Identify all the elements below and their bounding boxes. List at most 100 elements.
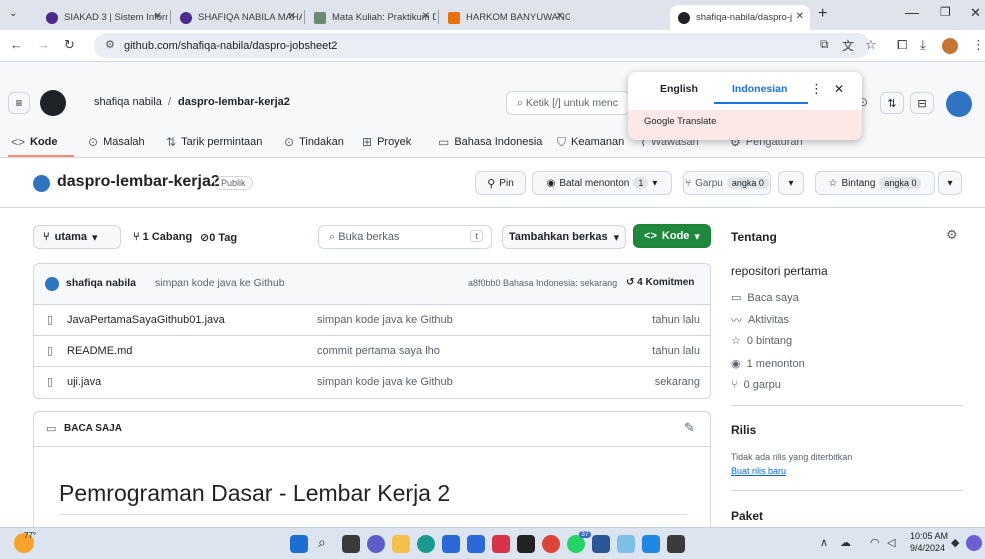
profile-avatar[interactable] [942, 38, 958, 54]
minimize-icon[interactable]: — [905, 4, 919, 20]
tab-wiki[interactable]: ▭ Bahasa Indonesia [438, 132, 542, 152]
file-commit-message[interactable]: commit pertama saya lho [317, 345, 440, 357]
show-hidden-icons[interactable]: ∧ [820, 536, 828, 549]
unwatch-button[interactable]: ◉ Batal menonton 1 ▾ [532, 171, 672, 195]
forks-link[interactable]: ⑂ 0 garpu [731, 379, 781, 391]
activity-link[interactable]: 〰 Aktivitas [731, 312, 789, 328]
repo-owner-link[interactable]: shafiqa nabila [94, 96, 162, 108]
app-icon[interactable] [467, 535, 485, 553]
translate-indonesian-tab[interactable]: Indonesian [732, 83, 787, 95]
tab-issues[interactable]: ⊙ Masalah [88, 132, 145, 152]
store-icon[interactable] [442, 535, 460, 553]
file-explorer-icon[interactable] [392, 535, 410, 553]
tab-code[interactable]: <> Kode [11, 132, 58, 152]
tray-icon[interactable]: ☁ [840, 536, 851, 549]
browser-tab[interactable]: SIAKAD 3 | Sistem Inform ✕ [38, 5, 168, 30]
github-logo-icon[interactable] [40, 90, 66, 116]
close-tab-icon[interactable]: ✕ [154, 11, 162, 22]
fork-dropdown[interactable]: ▾ [778, 171, 804, 195]
edit-pencil-icon[interactable]: ✎ [684, 420, 695, 436]
search-input[interactable]: ⌕ Ketik [/] untuk menc [506, 91, 630, 115]
copilot-taskbar-icon[interactable] [966, 535, 982, 551]
close-tab-icon[interactable]: ✕ [288, 11, 296, 22]
branch-selector[interactable]: ⑂ utama ▾ [33, 225, 121, 249]
tab-list-icon[interactable]: ⌄ [9, 8, 17, 19]
chat-icon[interactable] [367, 535, 385, 553]
pin-button[interactable]: ⚲ Pin [475, 171, 526, 195]
readme-link[interactable]: ▭ Baca saya [731, 291, 799, 305]
bookmark-star-icon[interactable]: ☆ [865, 37, 877, 53]
translate-english-tab[interactable]: English [660, 83, 698, 95]
tab-actions[interactable]: ⊙ Tindakan [284, 132, 344, 152]
start-icon[interactable] [290, 535, 308, 553]
terminal-icon[interactable] [667, 535, 685, 553]
clock-date[interactable]: 9/4/2024 [910, 543, 945, 553]
inbox-button[interactable]: ⊟ [910, 92, 934, 114]
file-name[interactable]: README.md [67, 345, 132, 357]
file-name[interactable]: uji.java [67, 376, 101, 388]
install-app-icon[interactable]: ⧉ [820, 37, 829, 52]
reload-icon[interactable]: ↻ [64, 37, 75, 53]
taskbar-search-icon[interactable]: ⌕ [318, 534, 326, 551]
create-release-link[interactable]: Buat rilis baru [731, 466, 786, 476]
downloads-icon[interactable]: ⤓ [920, 37, 926, 53]
word-icon[interactable] [592, 535, 610, 553]
fork-button[interactable]: ⑂ Garpu angka 0 [683, 171, 771, 195]
table-row[interactable]: ▯ JavaPertamaSayaGithub01.java simpan ko… [34, 304, 710, 335]
chrome-icon[interactable] [542, 535, 560, 553]
code-button[interactable]: <> Kode ▾ [633, 224, 711, 248]
back-icon[interactable]: ← [10, 37, 23, 52]
tags-link[interactable]: ⊘0 Tag [200, 231, 237, 244]
clock-time[interactable]: 10:05 AM [910, 531, 948, 541]
app-icon[interactable] [492, 535, 510, 553]
window-close-icon[interactable]: ✕ [970, 5, 981, 21]
find-file-input[interactable]: ⌕ Buka berkas t [318, 225, 492, 249]
file-name[interactable]: JavaPertamaSayaGithub01.java [67, 314, 225, 326]
commit-meta[interactable]: a8f0bb0 Bahasa Indonesia: sekarang [468, 278, 617, 288]
translate-close-icon[interactable]: ✕ [834, 82, 844, 96]
pull-requests-button[interactable]: ⇅ [880, 92, 904, 114]
stars-link[interactable]: ☆ 0 bintang [731, 334, 792, 348]
hamburger-menu-button[interactable]: ≡ [8, 92, 30, 114]
extensions-icon[interactable]: ⧠ [897, 37, 907, 53]
commit-count-link[interactable]: ↺ 4 Komitmen [626, 277, 694, 288]
readme-tab[interactable]: BACA SAJA [64, 423, 122, 434]
tab-security[interactable]: ⛉ Keamanan [557, 132, 624, 152]
notification-bell-icon[interactable]: ◆ [951, 536, 959, 549]
close-tab-icon[interactable]: ✕ [556, 11, 564, 22]
tab-pull-requests[interactable]: ⇅ Tarik permintaan [166, 132, 262, 152]
restore-icon[interactable]: ❐ [940, 5, 951, 19]
network-icon[interactable]: ◠ [870, 536, 880, 549]
edge-icon[interactable] [417, 535, 435, 553]
repo-title[interactable]: daspro-lembar-kerja2 [57, 173, 220, 191]
tab-projects[interactable]: ⊞ Proyek [362, 132, 411, 152]
commit-author[interactable]: shafiqa nabila [66, 277, 136, 289]
site-info-icon[interactable]: ⚙ [105, 38, 115, 51]
file-commit-message[interactable]: simpan kode java ke Github [317, 376, 453, 388]
watchers-link[interactable]: ◉ 1 menonton [731, 357, 805, 371]
packages-title[interactable]: Paket [731, 509, 763, 523]
star-button[interactable]: ☆ Bintang angka 0 [815, 171, 935, 195]
releases-title[interactable]: Rilis [731, 423, 756, 437]
star-dropdown[interactable]: ▾ [938, 171, 962, 195]
new-tab-icon[interactable]: + [818, 5, 827, 23]
vscode-icon[interactable] [642, 535, 660, 553]
user-avatar[interactable] [946, 91, 972, 117]
translate-options-icon[interactable]: ⋮ [810, 81, 823, 97]
close-tab-icon[interactable]: ✕ [422, 11, 430, 22]
branches-link[interactable]: ⑂ 1 Cabang [133, 231, 192, 243]
browser-menu-icon[interactable]: ⋮ [972, 37, 985, 53]
file-commit-message[interactable]: simpan kode java ke Github [317, 314, 453, 326]
volume-icon[interactable]: ◁ [887, 536, 895, 549]
table-row[interactable]: ▯ README.md commit pertama saya lho tahu… [34, 335, 710, 366]
url-field[interactable]: ⚙ github.com/shafiqa-nabila/daspro-jobsh… [94, 33, 870, 58]
browser-tab-active[interactable]: shafiqa-nabila/daspro-jo ✕ [670, 5, 810, 30]
app-icon[interactable] [617, 535, 635, 553]
repo-name-link[interactable]: daspro-lembar-kerja2 [178, 96, 290, 108]
commit-message[interactable]: simpan kode java ke Github [155, 277, 285, 289]
add-file-button[interactable]: Tambahkan berkas ▾ [502, 225, 626, 249]
translate-icon[interactable]: 文 [842, 37, 854, 54]
browser-tab[interactable]: SHAFIQA NABILA MAHA ✕ [172, 5, 302, 30]
table-row[interactable]: ▯ uji.java simpan kode java ke Github se… [34, 366, 710, 397]
browser-tab[interactable]: Mata Kuliah: Praktikum D ✕ [306, 5, 436, 30]
